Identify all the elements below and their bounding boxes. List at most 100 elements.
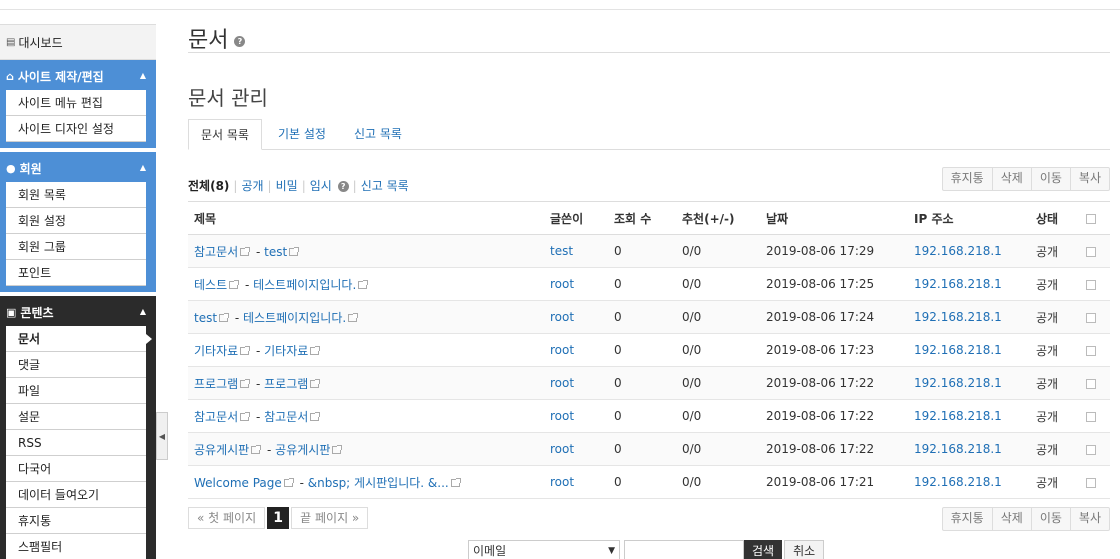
document-link[interactable]: test bbox=[264, 245, 287, 259]
external-link-icon[interactable] bbox=[310, 379, 321, 388]
ip-link[interactable]: 192.168.218.1 bbox=[914, 244, 1002, 258]
author-link[interactable]: root bbox=[550, 376, 574, 390]
select-all-checkbox[interactable] bbox=[1086, 213, 1096, 224]
sidebar-item-member-groups[interactable]: 회원 그룹 bbox=[6, 234, 146, 260]
author-link[interactable]: root bbox=[550, 343, 574, 357]
move-button[interactable]: 이동 bbox=[1030, 508, 1070, 530]
row-checkbox[interactable] bbox=[1086, 411, 1096, 422]
cancel-button[interactable]: 취소 bbox=[784, 540, 825, 559]
tab-reports[interactable]: 신고 목록 bbox=[342, 119, 414, 150]
search-button[interactable]: 검색 bbox=[744, 540, 783, 559]
ip-link[interactable]: 192.168.218.1 bbox=[914, 409, 1002, 423]
delete-button[interactable]: 삭제 bbox=[991, 508, 1031, 530]
copy-button[interactable]: 복사 bbox=[1069, 508, 1109, 530]
document-link[interactable]: 테스트페이지입니다. bbox=[253, 278, 356, 292]
filter-public[interactable]: 공개 bbox=[241, 179, 263, 193]
sidebar-item-files[interactable]: 파일 bbox=[6, 378, 146, 404]
sidebar-item-site-menu[interactable]: 사이트 메뉴 편집 bbox=[6, 90, 146, 116]
board-link[interactable]: Welcome Page bbox=[194, 476, 282, 490]
external-link-icon[interactable] bbox=[332, 445, 343, 454]
board-link[interactable]: test bbox=[194, 311, 217, 325]
current-page[interactable]: 1 bbox=[267, 507, 290, 529]
search-field-select[interactable]: 이메일 ▼ bbox=[468, 540, 620, 559]
external-link-icon[interactable] bbox=[240, 412, 251, 421]
external-link-icon[interactable] bbox=[289, 247, 300, 256]
ip-link[interactable]: 192.168.218.1 bbox=[914, 310, 1002, 324]
external-link-icon[interactable] bbox=[310, 346, 321, 355]
external-link-icon[interactable] bbox=[450, 478, 461, 487]
filter-reports[interactable]: 신고 목록 bbox=[361, 179, 409, 193]
external-link-icon[interactable] bbox=[251, 445, 262, 454]
sidebar-item-polls[interactable]: 설문 bbox=[6, 404, 146, 430]
row-checkbox[interactable] bbox=[1086, 378, 1096, 389]
help-icon[interactable]: ? bbox=[337, 181, 349, 192]
sidebar-item-member-settings[interactable]: 회원 설정 bbox=[6, 208, 146, 234]
external-link-icon[interactable] bbox=[229, 280, 240, 289]
row-checkbox[interactable] bbox=[1086, 312, 1096, 323]
board-link[interactable]: 참고문서 bbox=[194, 410, 238, 424]
search-input[interactable] bbox=[624, 540, 744, 559]
sidebar-item-points[interactable]: 포인트 bbox=[6, 260, 146, 286]
copy-button[interactable]: 복사 bbox=[1069, 168, 1109, 190]
sidebar-group-content-header[interactable]: ▣ 콘텐츠 ▲ bbox=[0, 298, 156, 326]
document-link[interactable]: 참고문서 bbox=[264, 410, 308, 424]
external-link-icon[interactable] bbox=[310, 412, 321, 421]
row-checkbox[interactable] bbox=[1086, 444, 1096, 455]
ip-link[interactable]: 192.168.218.1 bbox=[914, 343, 1002, 357]
document-link[interactable]: 공유게시판 bbox=[275, 443, 330, 457]
ip-link[interactable]: 192.168.218.1 bbox=[914, 475, 1002, 489]
external-link-icon[interactable] bbox=[240, 379, 251, 388]
sidebar-collapse-handle[interactable]: ◀ bbox=[156, 412, 168, 460]
external-link-icon[interactable] bbox=[358, 280, 369, 289]
sidebar-item-import[interactable]: 데이터 들여오기 bbox=[6, 482, 146, 508]
sidebar-item-member-list[interactable]: 회원 목록 bbox=[6, 182, 146, 208]
filter-temp[interactable]: 임시 bbox=[310, 179, 332, 193]
sidebar-item-rss[interactable]: RSS bbox=[6, 430, 146, 456]
sidebar-item-trash[interactable]: 휴지통 bbox=[6, 508, 146, 534]
external-link-icon[interactable] bbox=[240, 247, 251, 256]
filter-all[interactable]: 전체(8) bbox=[188, 179, 229, 193]
sidebar-item-spam-filter[interactable]: 스팸필터 bbox=[6, 534, 146, 559]
ip-link[interactable]: 192.168.218.1 bbox=[914, 376, 1002, 390]
document-link[interactable]: 기타자료 bbox=[264, 344, 308, 358]
author-link[interactable]: test bbox=[550, 244, 573, 258]
author-link[interactable]: root bbox=[550, 310, 574, 324]
external-link-icon[interactable] bbox=[348, 313, 359, 322]
delete-button[interactable]: 삭제 bbox=[991, 168, 1031, 190]
external-link-icon[interactable] bbox=[240, 346, 251, 355]
row-checkbox[interactable] bbox=[1086, 246, 1096, 257]
document-link[interactable]: &nbsp; 게시판입니다. &... bbox=[308, 476, 449, 490]
last-page-button[interactable]: 끝 페이지 » bbox=[291, 507, 369, 529]
board-link[interactable]: 테스트 bbox=[194, 278, 227, 292]
help-icon[interactable]: ? bbox=[234, 35, 246, 47]
row-checkbox[interactable] bbox=[1086, 279, 1096, 290]
sidebar-item-dashboard[interactable]: ▤ 대시보드 bbox=[0, 24, 156, 60]
row-checkbox[interactable] bbox=[1086, 345, 1096, 356]
tab-basic-settings[interactable]: 기본 설정 bbox=[266, 119, 338, 150]
board-link[interactable]: 공유게시판 bbox=[194, 443, 249, 457]
sidebar-item-multilingual[interactable]: 다국어 bbox=[6, 456, 146, 482]
trash-button[interactable]: 휴지통 bbox=[943, 508, 992, 530]
tab-document-list[interactable]: 문서 목록 bbox=[188, 119, 262, 150]
trash-button[interactable]: 휴지통 bbox=[943, 168, 992, 190]
author-link[interactable]: root bbox=[550, 277, 574, 291]
filter-secret[interactable]: 비밀 bbox=[276, 179, 298, 193]
sidebar-group-member-header[interactable]: ● 회원 ▲ bbox=[0, 154, 156, 182]
document-link[interactable]: 프로그램 bbox=[264, 377, 308, 391]
author-link[interactable]: root bbox=[550, 409, 574, 423]
sidebar-group-site-header[interactable]: ⌂ 사이트 제작/편집 ▲ bbox=[0, 62, 156, 90]
row-checkbox[interactable] bbox=[1086, 477, 1096, 488]
external-link-icon[interactable] bbox=[283, 478, 294, 487]
move-button[interactable]: 이동 bbox=[1030, 168, 1070, 190]
sidebar-item-documents[interactable]: 문서 bbox=[6, 326, 152, 352]
author-link[interactable]: root bbox=[550, 442, 574, 456]
first-page-button[interactable]: « 첫 페이지 bbox=[188, 507, 266, 529]
board-link[interactable]: 프로그램 bbox=[194, 377, 238, 391]
board-link[interactable]: 참고문서 bbox=[194, 245, 238, 259]
board-link[interactable]: 기타자료 bbox=[194, 344, 238, 358]
document-link[interactable]: 테스트페이지입니다. bbox=[243, 311, 346, 325]
sidebar-item-comments[interactable]: 댓글 bbox=[6, 352, 146, 378]
sidebar-item-site-design[interactable]: 사이트 디자인 설정 bbox=[6, 116, 146, 142]
external-link-icon[interactable] bbox=[219, 313, 230, 322]
ip-link[interactable]: 192.168.218.1 bbox=[914, 277, 1002, 291]
